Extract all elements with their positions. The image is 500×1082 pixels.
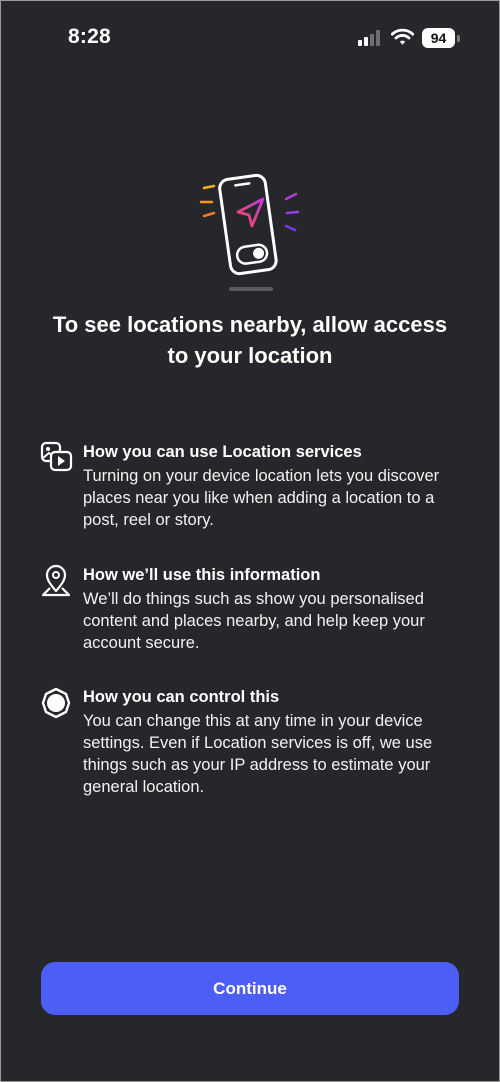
section-title: How you can control this xyxy=(83,688,280,706)
screen-frame xyxy=(0,0,500,1082)
gear-icon xyxy=(41,687,71,719)
info-section-control: How you can control this You can change … xyxy=(40,686,460,802)
media-icon xyxy=(40,441,73,472)
page-title: To see locations nearby, allow access to… xyxy=(52,312,448,368)
hero-divider xyxy=(229,287,273,291)
map-pin-icon xyxy=(41,564,71,597)
info-section-usage: How you can use Location services Turnin… xyxy=(40,441,460,533)
section-title: How you can use Location services xyxy=(83,443,362,461)
signal-icon xyxy=(358,30,380,46)
info-section-information: How we’ll use this information We’ll do … xyxy=(40,564,460,656)
status-time: 8:28 xyxy=(68,25,111,48)
section-body: We’ll do things such as show you persona… xyxy=(83,590,425,652)
section-body: You can change this at any time in your … xyxy=(83,712,433,796)
continue-button[interactable]: Continue xyxy=(41,962,459,1015)
status-bar: 8:28 94 xyxy=(0,0,500,70)
section-body: Turning on your device location lets you… xyxy=(83,467,440,529)
wifi-icon xyxy=(391,28,414,45)
battery-icon: 94 xyxy=(422,28,455,48)
battery-cap xyxy=(457,35,460,42)
phone-location-illustration xyxy=(199,173,300,276)
section-title: How we’ll use this information xyxy=(83,566,321,584)
